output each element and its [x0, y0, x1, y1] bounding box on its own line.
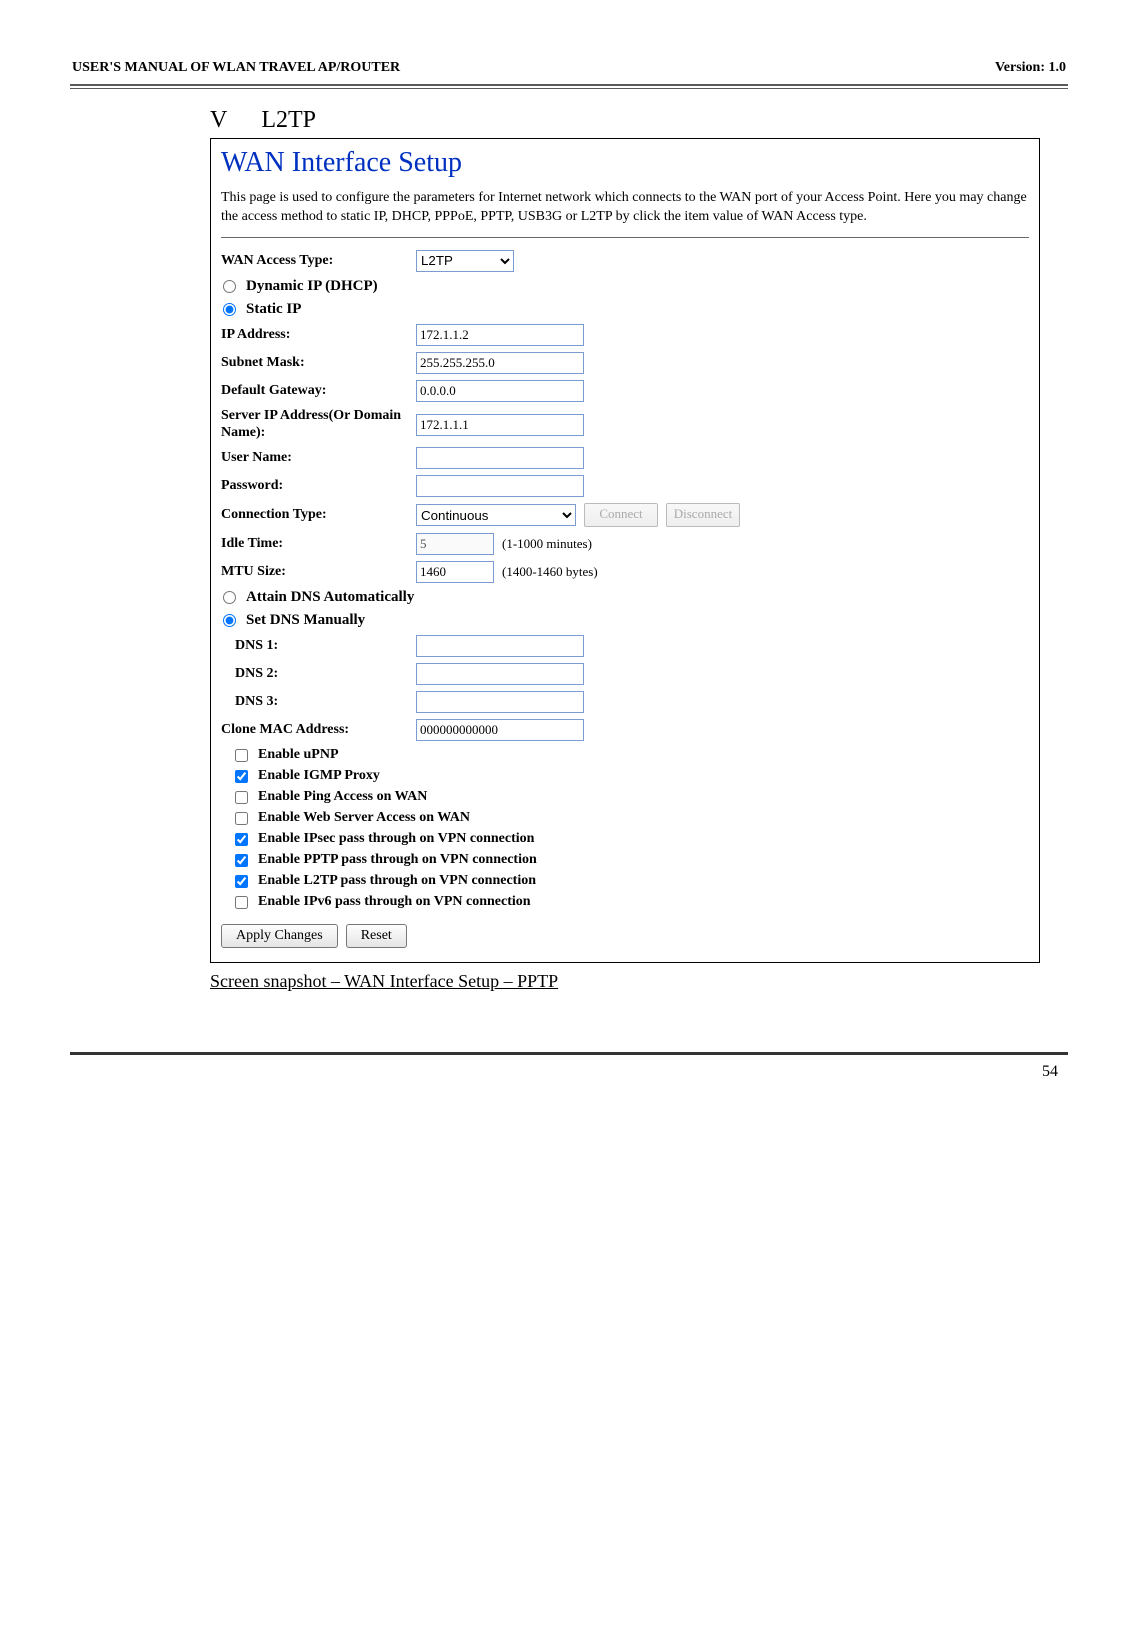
footer-rule [70, 1052, 1068, 1055]
static-radio[interactable] [223, 303, 236, 316]
conn-select[interactable]: Continuous [416, 504, 576, 526]
disconnect-button[interactable]: Disconnect [666, 503, 740, 527]
ipsec-check[interactable] [235, 833, 248, 846]
dns1-label: DNS 1: [235, 638, 416, 654]
dns-auto-label: Attain DNS Automatically [246, 589, 414, 606]
conn-label: Connection Type: [221, 507, 416, 523]
dhcp-radio[interactable] [223, 280, 236, 293]
dns3-label: DNS 3: [235, 694, 416, 710]
ping-check[interactable] [235, 791, 248, 804]
header-rule [70, 84, 1068, 86]
pass-label: Password: [221, 478, 416, 494]
wan-access-select[interactable]: L2TP [416, 250, 514, 272]
idle-label: Idle Time: [221, 536, 416, 552]
separator [221, 237, 1029, 238]
mtu-hint: (1400-1460 bytes) [502, 564, 598, 580]
ipv6-check[interactable] [235, 896, 248, 909]
page-title: WAN Interface Setup [221, 147, 1029, 179]
static-label: Static IP [246, 301, 301, 318]
mtu-input[interactable] [416, 561, 494, 583]
mask-input[interactable] [416, 352, 584, 374]
wan-access-label: WAN Access Type: [221, 253, 416, 269]
connect-button[interactable]: Connect [584, 503, 658, 527]
web-label: Enable Web Server Access on WAN [258, 810, 470, 826]
clone-label: Clone MAC Address: [221, 722, 416, 738]
user-label: User Name: [221, 450, 416, 466]
header-rule-inner [70, 88, 1068, 89]
pptp-label: Enable PPTP pass through on VPN connecti… [258, 852, 537, 868]
l2tp-label: Enable L2TP pass through on VPN connecti… [258, 873, 536, 889]
dns3-input[interactable] [416, 691, 584, 713]
dns-auto-radio[interactable] [223, 591, 236, 604]
upnp-label: Enable uPNP [258, 747, 339, 763]
upnp-check[interactable] [235, 749, 248, 762]
user-input[interactable] [416, 447, 584, 469]
ip-label: IP Address: [221, 327, 416, 343]
mask-label: Subnet Mask: [221, 355, 416, 371]
dns2-label: DNS 2: [235, 666, 416, 682]
ipv6-label: Enable IPv6 pass through on VPN connecti… [258, 894, 531, 910]
gw-label: Default Gateway: [221, 383, 416, 399]
ping-label: Enable Ping Access on WAN [258, 789, 427, 805]
idle-input[interactable] [416, 533, 494, 555]
doc-header-right: Version: 1.0 [995, 60, 1066, 76]
igmp-check[interactable] [235, 770, 248, 783]
gw-input[interactable] [416, 380, 584, 402]
web-check[interactable] [235, 812, 248, 825]
pptp-check[interactable] [235, 854, 248, 867]
dns1-input[interactable] [416, 635, 584, 657]
server-label: Server IP Address(Or Domain Name): [221, 408, 416, 442]
figure-caption: Screen snapshot – WAN Interface Setup – … [210, 971, 1068, 992]
clone-input[interactable] [416, 719, 584, 741]
l2tp-check[interactable] [235, 875, 248, 888]
ipsec-label: Enable IPsec pass through on VPN connect… [258, 831, 534, 847]
mtu-label: MTU Size: [221, 564, 416, 580]
igmp-label: Enable IGMP Proxy [258, 768, 380, 784]
apply-button[interactable]: Apply Changes [221, 924, 338, 948]
wan-setup-panel: WAN Interface Setup This page is used to… [210, 138, 1040, 963]
page-number: 54 [70, 1063, 1068, 1081]
dns2-input[interactable] [416, 663, 584, 685]
idle-hint: (1-1000 minutes) [502, 536, 592, 552]
intro-text: This page is used to configure the param… [221, 189, 1029, 227]
ip-input[interactable] [416, 324, 584, 346]
dns-manual-label: Set DNS Manually [246, 612, 365, 629]
section-heading: V L2TP [210, 107, 1068, 134]
server-input[interactable] [416, 414, 584, 436]
dns-manual-radio[interactable] [223, 614, 236, 627]
pass-input[interactable] [416, 475, 584, 497]
reset-button[interactable]: Reset [346, 924, 407, 948]
doc-header-left: USER'S MANUAL OF WLAN TRAVEL AP/ROUTER [72, 60, 400, 76]
dhcp-label: Dynamic IP (DHCP) [246, 278, 378, 295]
